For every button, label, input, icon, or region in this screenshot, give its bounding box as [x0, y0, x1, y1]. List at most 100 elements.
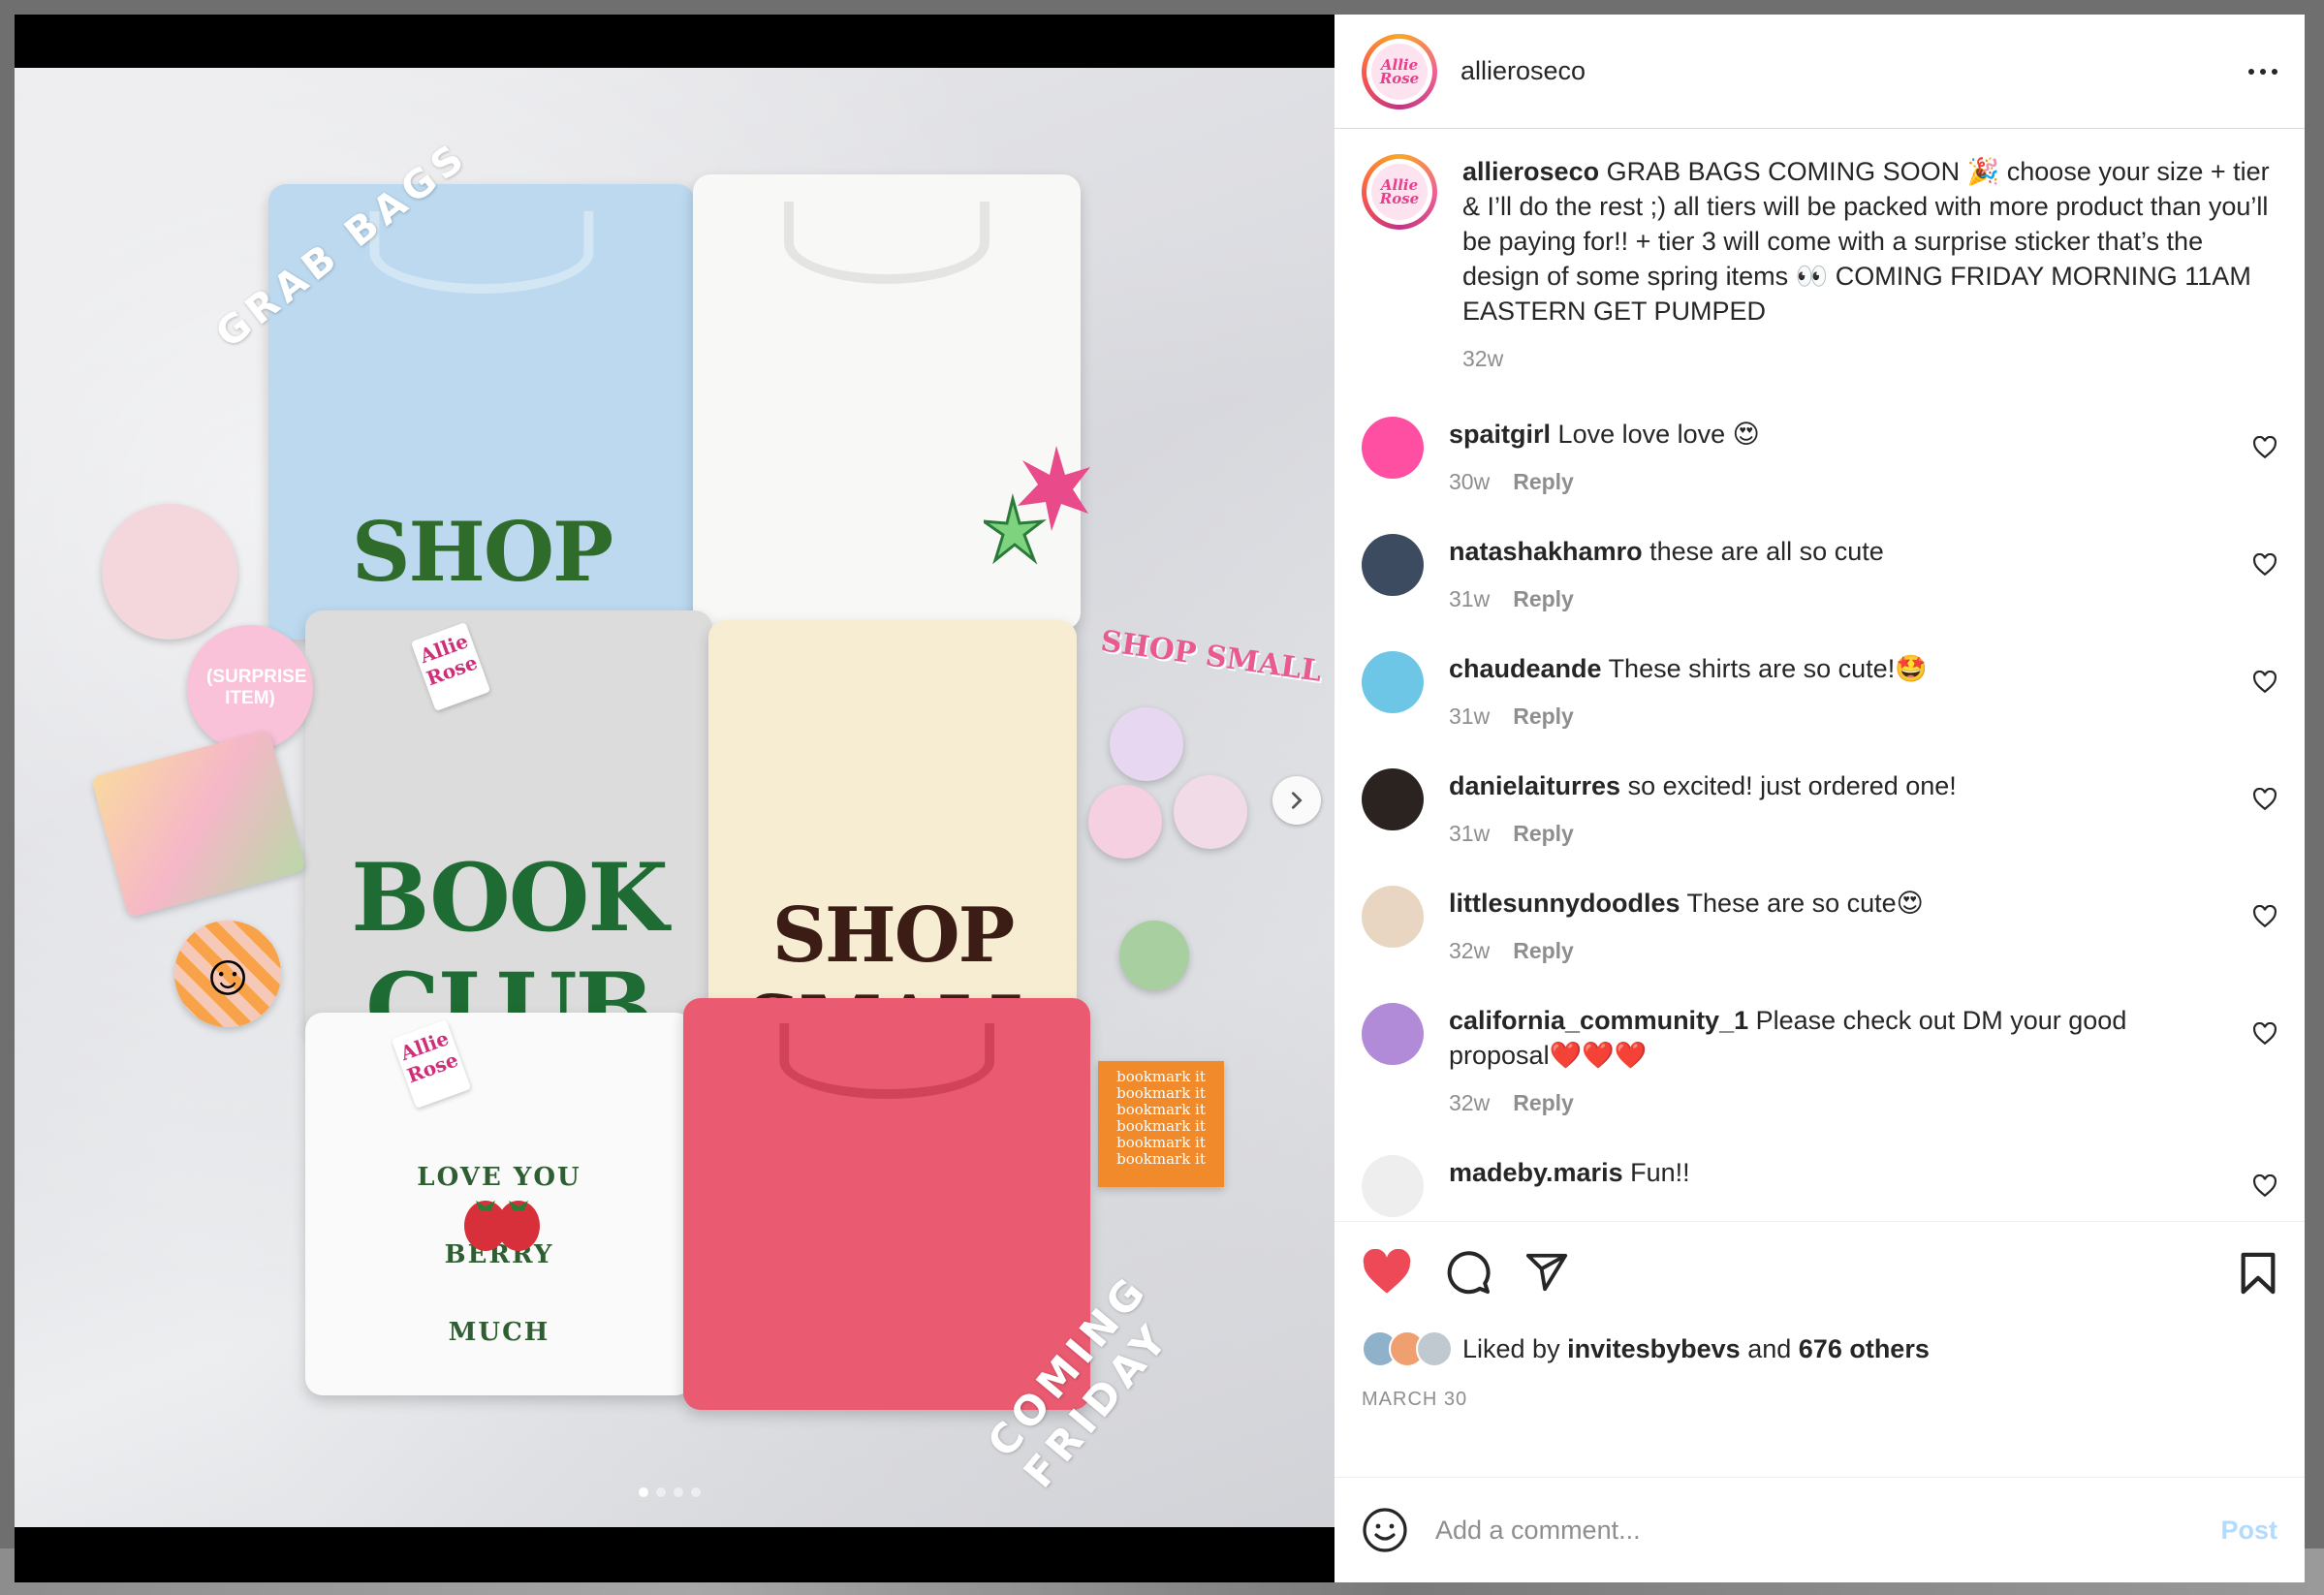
comment-item: spaitgirl Love love love 😍 30w Reply — [1362, 417, 2277, 495]
reply-button[interactable]: Reply — [1513, 1090, 1574, 1115]
comment-item: california_community_1 Please check out … — [1362, 1003, 2277, 1116]
next-slide-button[interactable] — [1272, 776, 1321, 825]
surprise-label: (SURPRISE ITEM) — [206, 667, 307, 708]
shirt-white — [693, 174, 1090, 630]
like-comment-icon[interactable] — [2252, 1022, 2277, 1046]
post-photo[interactable]: SHOP SMALL BOOK CLUB SHOP SMALL LOVE YOU… — [15, 68, 1335, 1527]
like-comment-icon[interactable] — [2252, 1174, 2277, 1198]
comment-input[interactable]: Add a comment... — [1435, 1516, 2220, 1546]
comment-item: chaudeande These shirts are so cute!🤩 31w… — [1362, 651, 2277, 730]
reply-button[interactable]: Reply — [1513, 586, 1574, 611]
comment-text: Love love love 😍 — [1557, 420, 1760, 449]
commenter-avatar[interactable] — [1362, 417, 1424, 479]
author-avatar[interactable]: Allie Rose — [1362, 33, 1437, 109]
post-modal: SHOP SMALL BOOK CLUB SHOP SMALL LOVE YOU… — [15, 15, 2305, 1582]
comment-item: danielaiturres so excited! just ordered … — [1362, 768, 2277, 847]
first-liker[interactable]: invitesbybevs — [1567, 1334, 1741, 1364]
shirt-print: LOVE YOU BERRY MUCH — [417, 1163, 581, 1347]
comment-text-line: danielaiturres so excited! just ordered … — [1449, 768, 2219, 803]
comment-item: madeby.maris Fun!! — [1362, 1155, 2277, 1221]
caption-time: 32w — [1462, 346, 1504, 371]
bookmark-text: bookmark it — [1116, 1084, 1206, 1102]
commenter-avatar[interactable] — [1362, 768, 1424, 830]
like-comment-icon[interactable] — [2252, 905, 2277, 928]
round-sticker — [1088, 785, 1162, 859]
round-sticker — [1174, 775, 1247, 849]
comment-text: Fun!! — [1630, 1158, 1690, 1187]
comment-time: 32w — [1449, 1090, 1491, 1115]
caption-text: allieroseco GRAB BAGS COMING SOON 🎉 choo… — [1462, 154, 2277, 328]
comment-body: natashakhamro these are all so cute 31w Re… — [1449, 534, 2277, 612]
post-caption: Allie Rose allieroseco GRAB BAGS COMING … — [1362, 154, 2277, 372]
commenter-username[interactable]: danielaiturres — [1449, 771, 1620, 800]
commenter-username[interactable]: chaudeande — [1449, 654, 1602, 683]
smiley-sticker: ☺ — [174, 921, 281, 1027]
comment-time: 31w — [1449, 586, 1491, 611]
comment-text: so excited! just ordered one! — [1627, 771, 1957, 800]
round-sticker — [1110, 707, 1183, 781]
commenter-avatar[interactable] — [1362, 886, 1424, 948]
carousel-dot — [691, 1487, 701, 1497]
commenter-username[interactable]: spaitgirl — [1449, 420, 1551, 449]
like-comment-icon[interactable] — [2252, 788, 2277, 811]
commenter-username[interactable]: madeby.maris — [1449, 1158, 1623, 1187]
comments-list[interactable]: Allie Rose allieroseco GRAB BAGS COMING … — [1335, 129, 2305, 1221]
bookmark-text: bookmark it — [1116, 1101, 1206, 1118]
logo-sticker — [102, 504, 237, 640]
heart-filled-icon[interactable] — [1362, 1249, 1412, 1296]
reply-button[interactable]: Reply — [1513, 938, 1574, 963]
comment-meta — [1449, 1207, 2219, 1221]
post-date: MARCH 30 — [1362, 1389, 1468, 1410]
comment-icon[interactable] — [1445, 1249, 1492, 1296]
comment-meta: 32w Reply — [1449, 1090, 2219, 1116]
shirt-grey: BOOK CLUB — [305, 610, 712, 1062]
reply-button[interactable]: Reply — [1513, 821, 1574, 846]
liker-avatars — [1362, 1330, 1453, 1367]
share-icon[interactable] — [1524, 1250, 1569, 1295]
commenter-avatar[interactable] — [1362, 1003, 1424, 1065]
commenter-avatar[interactable] — [1362, 1155, 1424, 1217]
like-comment-icon[interactable] — [2252, 671, 2277, 694]
like-comment-icon[interactable] — [2252, 436, 2277, 459]
reply-button[interactable]: Reply — [1513, 469, 1574, 494]
commenter-avatar[interactable] — [1362, 534, 1424, 596]
brand-logo: Allie Rose — [1371, 43, 1428, 100]
commenter-username[interactable]: natashakhamro — [1449, 537, 1643, 566]
more-options-icon[interactable] — [2248, 68, 2277, 75]
commenter-username[interactable]: littlesunnydoodles — [1449, 889, 1680, 918]
likes-prefix: Liked by — [1462, 1333, 1560, 1363]
shirt-collar — [784, 202, 989, 285]
emoji-icon[interactable] — [1362, 1507, 1408, 1553]
comment-text: these are all so cute — [1649, 537, 1884, 566]
brand-logo: Allie Rose — [1371, 164, 1428, 220]
comment-meta: 31w Reply — [1449, 821, 2219, 847]
commenter-avatar[interactable] — [1362, 651, 1424, 713]
shirt-white-berry: LOVE YOU BERRY MUCH — [305, 1013, 693, 1395]
star-graphic-icon — [984, 446, 1090, 565]
avatar-inner: Allie Rose — [1366, 38, 1432, 105]
comment-body: madeby.maris Fun!! — [1449, 1155, 2277, 1221]
author-username[interactable]: allieroseco — [1460, 56, 2248, 86]
comment-text-line: littlesunnydoodles These are so cute😍 — [1449, 886, 2219, 921]
carousel-dots — [639, 1487, 701, 1497]
carousel-dot — [674, 1487, 683, 1497]
reply-button[interactable]: Reply — [1513, 704, 1574, 729]
bookmark-text: bookmark it — [1116, 1068, 1206, 1085]
post-comment-button[interactable]: Post — [2220, 1516, 2277, 1546]
action-icons — [1362, 1249, 2277, 1296]
likes-connector: and — [1747, 1333, 1792, 1363]
likes-count[interactable]: 676 others — [1799, 1334, 1930, 1364]
comment-text-line: california_community_1 Please check out … — [1449, 1003, 2219, 1073]
comment-text: These are so cute😍 — [1686, 889, 1924, 918]
comment-text-line: natashakhamro these are all so cute — [1449, 534, 2219, 569]
comment-meta: 32w Reply — [1449, 938, 2219, 964]
comment-text: These shirts are so cute!🤩 — [1608, 654, 1928, 683]
caption-avatar[interactable]: Allie Rose — [1362, 154, 1437, 230]
comment-text-line: spaitgirl Love love love 😍 — [1449, 417, 2219, 452]
comment-meta: 31w Reply — [1449, 704, 2219, 730]
liker-avatar — [1416, 1330, 1453, 1367]
like-comment-icon[interactable] — [2252, 553, 2277, 577]
commenter-username[interactable]: california_community_1 — [1449, 1006, 1748, 1035]
caption-username[interactable]: allieroseco — [1462, 157, 1599, 186]
bookmark-save-icon[interactable] — [2239, 1251, 2277, 1296]
